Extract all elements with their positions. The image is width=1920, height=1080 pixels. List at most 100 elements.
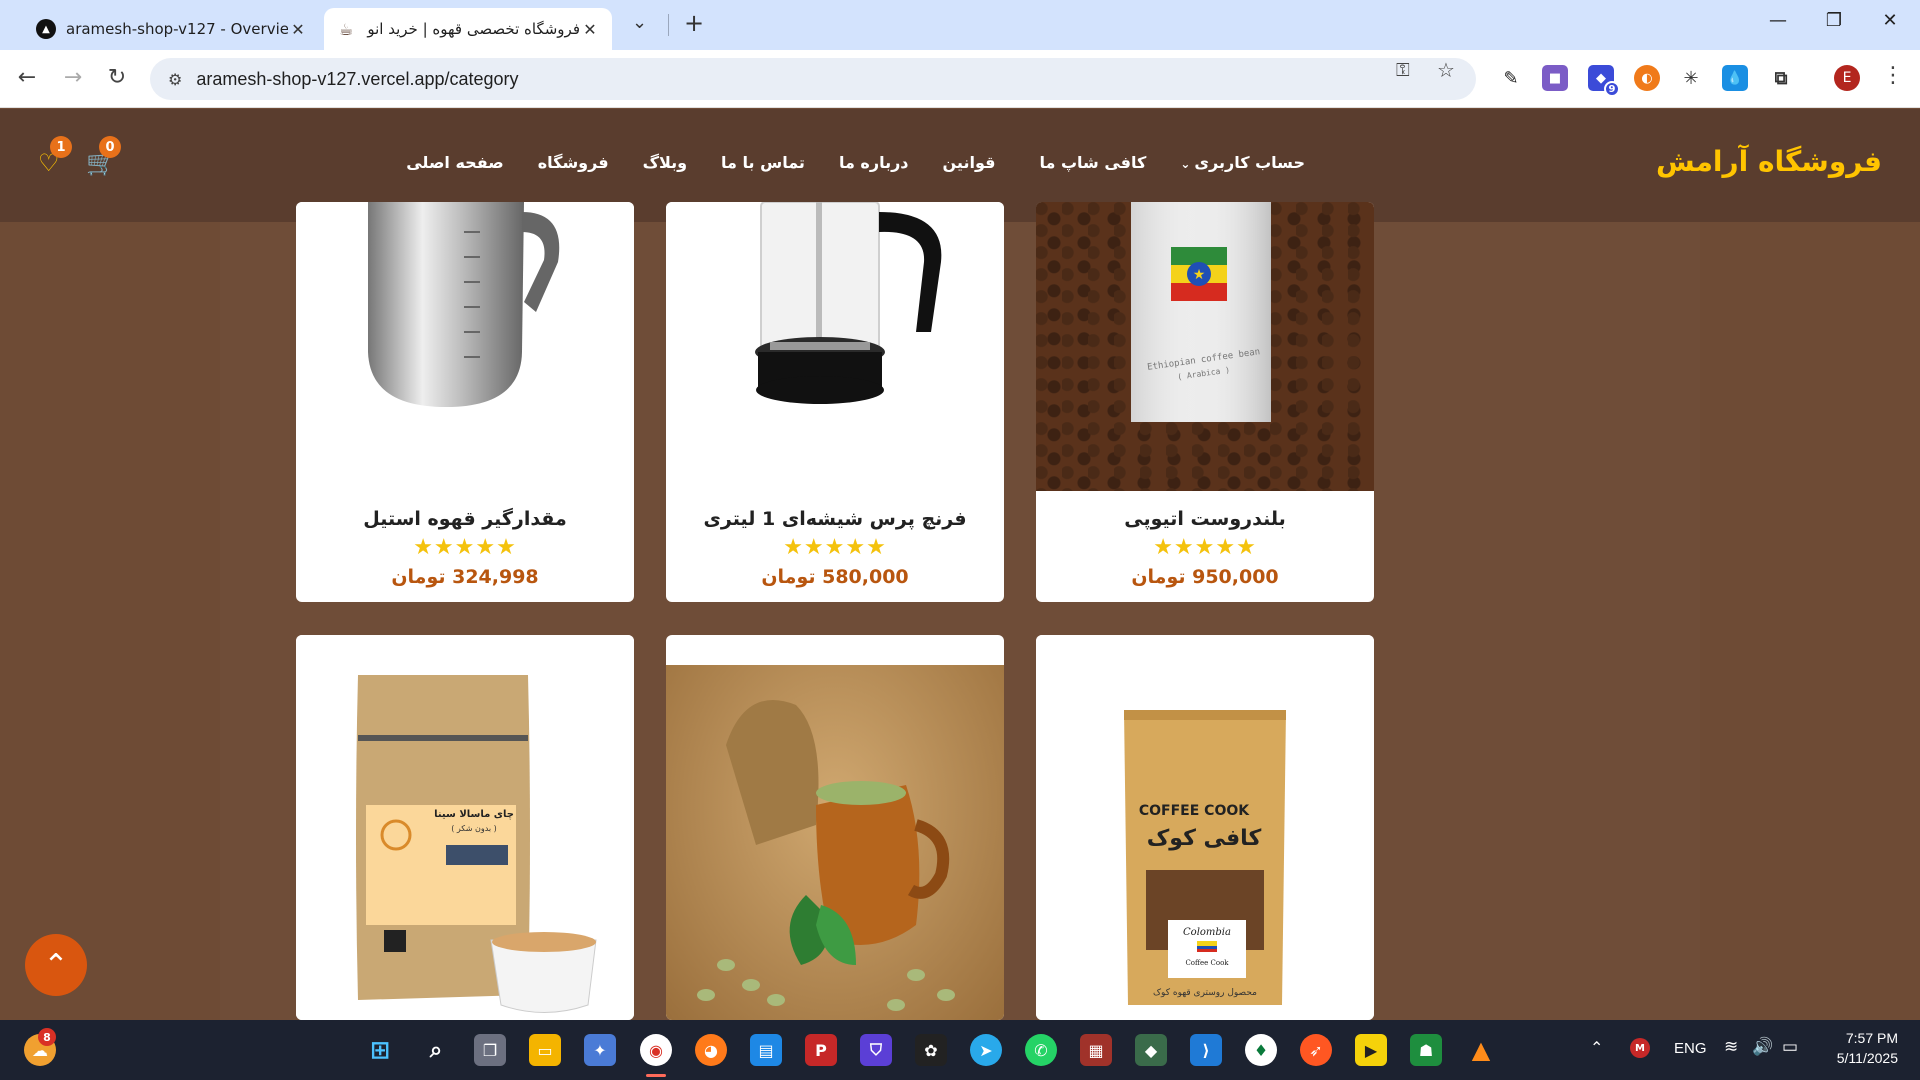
origin-label-text: Colombia xyxy=(1183,927,1231,938)
remote-desktop-icon[interactable]: ▤ xyxy=(750,1034,782,1066)
product-card[interactable]: چای ماسالا سینا ( بدون شکر ) xyxy=(296,635,634,1020)
nav-coffeeshop[interactable]: کافی شاپ ما xyxy=(1039,153,1146,172)
orange-extension-icon[interactable]: ◐ xyxy=(1634,65,1660,91)
product-card[interactable] xyxy=(666,635,1004,1020)
stack-extension-icon[interactable]: ◆ 9 xyxy=(1588,65,1620,97)
search-icon[interactable]: ⌕ xyxy=(420,1034,452,1066)
product-price: 324,998 تومان xyxy=(391,566,539,588)
product-card[interactable]: فرنچ پرس شیشه‌ای 1 لیتری ★★★★★ 580,000 ت… xyxy=(666,202,1004,602)
browser-tab-shop[interactable]: ☕ فروشگاه تخصصی قهوه | خرید انواع ✕ xyxy=(324,8,612,50)
minimize-icon[interactable]: — xyxy=(1758,10,1798,31)
main-nav: صفحه اصلی فروشگاه وبلاگ تماس با ما دربار… xyxy=(372,153,1305,172)
profile-avatar[interactable]: E xyxy=(1834,65,1860,91)
wifi-icon[interactable]: ≋ xyxy=(1724,1037,1738,1057)
product-image[interactable] xyxy=(666,665,1004,1020)
figma-icon[interactable]: ✿ xyxy=(915,1034,947,1066)
product-image[interactable] xyxy=(296,202,634,491)
close-tab-icon[interactable]: ✕ xyxy=(288,20,308,39)
whatsapp-icon[interactable]: ✆ xyxy=(1025,1034,1057,1066)
nav-rules[interactable]: قوانین xyxy=(943,153,996,172)
purple-extension-icon[interactable]: ■ xyxy=(1542,65,1568,91)
address-bar[interactable]: ⚙ aramesh-shop-v127.vercel.app/category xyxy=(150,58,1476,100)
product-image[interactable] xyxy=(666,202,1004,491)
browser-tab-strip: ▲ aramesh-shop-v127 - Overview ✕ ☕ فروشگ… xyxy=(0,0,1920,50)
telegram-icon[interactable]: ➤ xyxy=(970,1034,1002,1066)
chevron-down-icon: ⌄ xyxy=(1180,157,1191,171)
browser-tab-overview[interactable]: ▲ aramesh-shop-v127 - Overview ✕ xyxy=(24,8,320,50)
nav-account[interactable]: حساب کاربری⌄ xyxy=(1180,153,1305,172)
product-card[interactable]: COFFEE COOK کافی کوک Colombia Coffee Coo… xyxy=(1036,635,1374,1020)
vpn-shield-icon[interactable]: ⛉ xyxy=(860,1034,892,1066)
tab-title: فروشگاه تخصصی قهوه | خرید انواع xyxy=(366,20,580,38)
site-settings-icon[interactable]: ⚙ xyxy=(168,70,182,89)
password-key-icon[interactable]: ⚿ xyxy=(1396,60,1410,81)
nav-home[interactable]: صفحه اصلی xyxy=(406,153,503,172)
battery-icon[interactable]: ▭ xyxy=(1782,1037,1798,1057)
svg-text:★: ★ xyxy=(1193,267,1206,283)
close-tab-icon[interactable]: ✕ xyxy=(580,20,600,39)
media-player-icon[interactable]: ▶ xyxy=(1355,1034,1387,1066)
firefox-icon[interactable]: ◕ xyxy=(695,1034,727,1066)
clock-date[interactable]: 5/11/2025 xyxy=(1826,1050,1898,1066)
extensions-puzzle-icon[interactable]: ⧉ xyxy=(1768,65,1794,91)
rating-stars: ★★★★★ xyxy=(783,535,887,560)
tray-chevron-up-icon[interactable]: ⌃ xyxy=(1590,1038,1603,1058)
active-app-indicator xyxy=(646,1074,666,1077)
task-view-icon[interactable]: ❐ xyxy=(474,1034,506,1066)
bookmark-star-icon[interactable]: ☆ xyxy=(1437,58,1455,82)
browser-menu-icon[interactable]: ⋮ xyxy=(1878,63,1908,88)
winrar-icon[interactable]: ▦ xyxy=(1080,1034,1112,1066)
nav-blog[interactable]: وبلاگ xyxy=(643,153,687,172)
antivirus-tray-icon[interactable]: M xyxy=(1630,1038,1650,1058)
product-card[interactable]: مقدارگیر قهوه استیل ★★★★★ 324,998 تومان xyxy=(296,202,634,602)
rating-stars: ★★★★★ xyxy=(413,535,517,560)
mongodb-icon[interactable]: ♦ xyxy=(1245,1034,1277,1066)
coffee-cook-bag-illustration: COFFEE COOK کافی کوک Colombia Coffee Coo… xyxy=(1124,710,1286,1005)
tab-search-chevron-icon[interactable]: ⌄ xyxy=(632,12,647,33)
scroll-to-top-button[interactable]: ⌃ xyxy=(25,934,87,996)
start-windows-icon[interactable]: ⊞ xyxy=(364,1034,396,1066)
product-image[interactable]: چای ماسالا سینا ( بدون شکر ) xyxy=(296,635,634,1020)
product-name[interactable]: فرنچ پرس شیشه‌ای 1 لیتری xyxy=(666,508,1004,530)
nav-shop[interactable]: فروشگاه xyxy=(538,153,609,172)
restore-icon[interactable]: ❐ xyxy=(1814,10,1854,31)
tab-divider xyxy=(668,14,669,36)
product-image[interactable]: ★ Ethiopian coffee bean ( Arabica ) xyxy=(1036,202,1374,491)
tea-label-text: چای ماسالا سینا xyxy=(434,809,514,820)
nav-about[interactable]: درباره ما xyxy=(839,153,909,172)
back-icon[interactable]: ← xyxy=(12,65,42,90)
nav-contact[interactable]: تماس با ما xyxy=(721,153,805,172)
postman-p-icon[interactable]: P xyxy=(805,1034,837,1066)
site-logo[interactable]: فروشگاه آرامش xyxy=(1656,145,1882,178)
chrome-icon[interactable]: ◉ xyxy=(640,1034,672,1066)
reload-icon[interactable]: ↻ xyxy=(102,65,132,90)
copilot-icon[interactable]: ✦ xyxy=(584,1034,616,1066)
language-indicator[interactable]: ENG xyxy=(1674,1040,1707,1057)
coffee-bag-illustration: ★ Ethiopian coffee bean ( Arabica ) xyxy=(1131,202,1271,422)
bug-extension-icon[interactable]: ✳ xyxy=(1678,65,1704,91)
browser-toolbar: ← → ↻ ⚙ aramesh-shop-v127.vercel.app/cat… xyxy=(0,50,1920,108)
bag-footer-text: محصول روستری قهوه کوک xyxy=(1153,987,1257,998)
volume-icon[interactable]: 🔊 xyxy=(1752,1037,1773,1057)
new-tab-icon[interactable]: + xyxy=(684,9,704,37)
product-name[interactable]: مقدارگیر قهوه استیل xyxy=(296,508,634,530)
steel-pitcher-illustration xyxy=(368,202,560,407)
git-diamond-icon[interactable]: ◆ xyxy=(1135,1034,1167,1066)
product-card[interactable]: ★ Ethiopian coffee bean ( Arabica ) بلند… xyxy=(1036,202,1374,602)
cart-count-badge: 0 xyxy=(99,136,121,158)
product-name[interactable]: بلندروست اتیوپی xyxy=(1036,508,1374,530)
clock-time[interactable]: 7:57 PM xyxy=(1838,1030,1898,1046)
product-image[interactable]: COFFEE COOK کافی کوک Colombia Coffee Coo… xyxy=(1036,635,1374,1020)
close-window-icon[interactable]: ✕ xyxy=(1870,10,1910,31)
vlc-cone-icon[interactable]: ▲ xyxy=(1465,1034,1497,1066)
forward-icon[interactable]: → xyxy=(58,65,88,90)
file-explorer-icon[interactable]: ▭ xyxy=(529,1034,561,1066)
vscode-icon[interactable]: ⟩ xyxy=(1190,1034,1222,1066)
compass-icon[interactable]: ➶ xyxy=(1300,1034,1332,1066)
wishlist-count-badge: 1 xyxy=(50,136,72,158)
eyedropper-extension-icon[interactable]: ✎ xyxy=(1498,65,1524,91)
drop-extension-icon[interactable]: 💧 xyxy=(1722,65,1748,91)
ai-assistant-icon[interactable]: ☗ xyxy=(1410,1034,1442,1066)
windows-taskbar: ☁ 8 ⊞ ⌕ ❐ ▭ ✦ ◉ ◕ ▤ P ⛉ ✿ ➤ ✆ ▦ ◆ ⟩ ♦ ➶ … xyxy=(0,1020,1920,1080)
nav-account-label: حساب کاربری xyxy=(1194,153,1305,172)
